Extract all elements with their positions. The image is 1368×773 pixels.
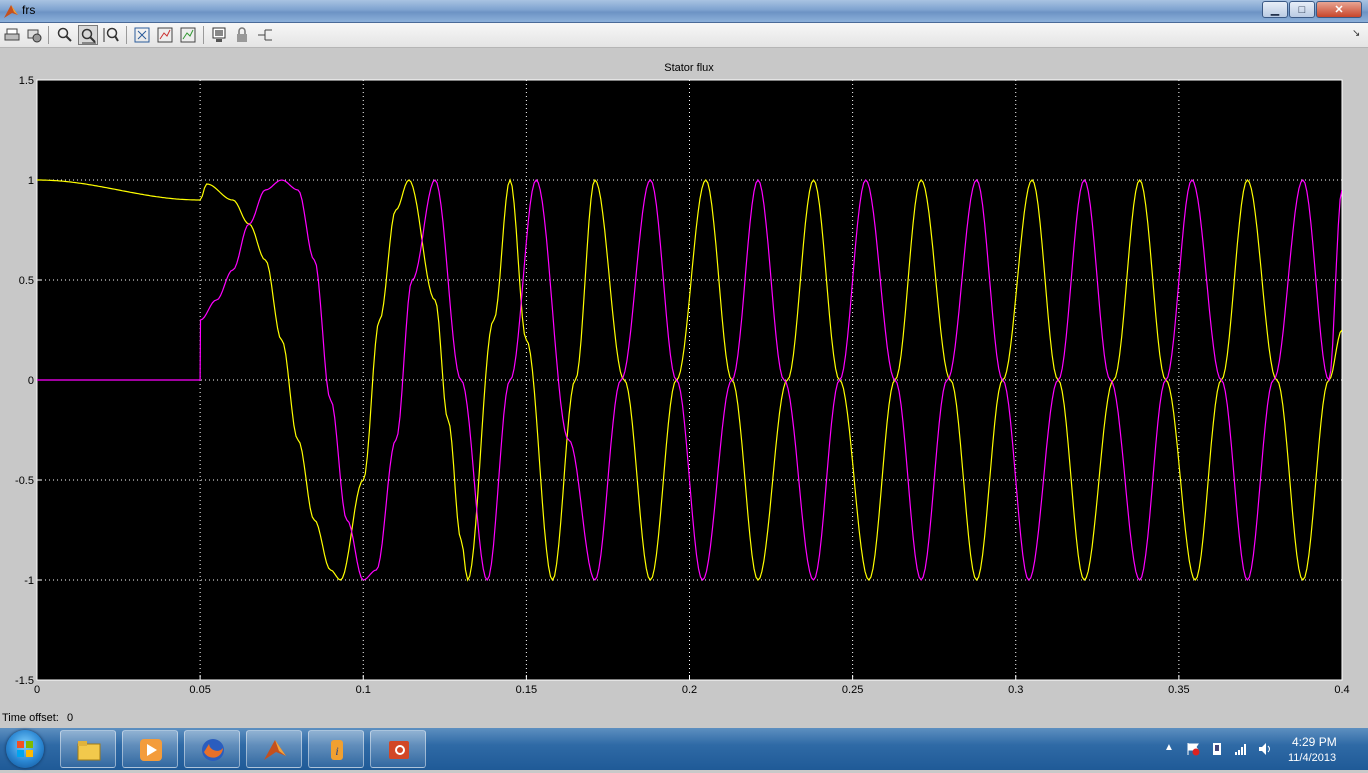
app-tool-icon: i <box>325 738 349 762</box>
x-tick-label: 0.35 <box>1168 684 1189 696</box>
network-signal-icon[interactable] <box>1234 742 1248 756</box>
windows-logo-icon <box>17 741 33 757</box>
matlab-app-icon <box>3 3 19 19</box>
explorer-icon <box>77 738 101 762</box>
close-button[interactable]: ✕ <box>1316 1 1362 18</box>
floating-scope-icon[interactable] <box>209 25 229 45</box>
svg-text:i: i <box>335 744 338 758</box>
x-tick-label: 0.3 <box>1008 684 1023 696</box>
y-tick-label: -1 <box>24 575 34 587</box>
taskbar: i ▲ 4:29 PM 11/4/2013 <box>0 728 1368 770</box>
start-button[interactable] <box>6 730 44 768</box>
save-axes-settings-icon[interactable] <box>155 25 175 45</box>
zoom-y-icon[interactable] <box>101 25 121 45</box>
time-offset-bar: Time offset: 0 <box>0 710 1368 728</box>
taskbar-matlab-button[interactable] <box>246 730 302 768</box>
x-tick-label: 0.05 <box>189 684 210 696</box>
zoom-x-icon[interactable] <box>78 25 98 45</box>
print-icon[interactable] <box>2 25 22 45</box>
action-center-flag-icon[interactable] <box>1186 742 1200 756</box>
y-tick-label: 1.5 <box>19 75 34 87</box>
stator-flux-plot[interactable]: 0 0.05 0.1 0.15 0.2 0.25 0.3 0.35 0.4 1.5 1 0.5 0 -0.… <box>0 48 1368 710</box>
title-bar: frs ▁ □ ✕ <box>0 0 1368 23</box>
clock-date[interactable]: 11/4/2013 <box>1288 752 1336 764</box>
device-icon[interactable] <box>1210 742 1224 756</box>
autoscale-icon[interactable] <box>132 25 152 45</box>
toolbar-separator <box>48 26 49 44</box>
taskbar-explorer-button[interactable] <box>60 730 116 768</box>
y-tick-label: 0 <box>28 375 34 387</box>
minimize-button[interactable]: ▁ <box>1262 1 1288 18</box>
volume-icon[interactable] <box>1258 742 1272 756</box>
signal-selection-icon[interactable] <box>255 25 275 45</box>
x-tick-label: 0 <box>34 684 40 696</box>
taskbar-app-tool-button[interactable]: i <box>308 730 364 768</box>
taskbar-powerpoint-button[interactable] <box>370 730 426 768</box>
x-tick-label: 0.1 <box>356 684 371 696</box>
toolbar-separator <box>126 26 127 44</box>
scope-toolbar: ↘ <box>0 23 1368 48</box>
time-offset-value: 0 <box>67 712 74 724</box>
parameters-icon[interactable] <box>24 25 44 45</box>
toolbar-overflow-icon[interactable]: ↘ <box>1352 28 1360 39</box>
y-tick-label: 1 <box>28 175 34 187</box>
y-tick-label: -0.5 <box>15 475 34 487</box>
x-tick-label: 0.25 <box>842 684 863 696</box>
media-player-icon <box>139 738 163 762</box>
x-tick-label: 0.4 <box>1334 684 1349 696</box>
y-tick-label: -1.5 <box>15 675 34 687</box>
zoom-icon[interactable] <box>55 25 75 45</box>
window-title: frs <box>22 3 36 17</box>
x-tick-label: 0.15 <box>516 684 537 696</box>
chart-title: Stator flux <box>664 62 714 74</box>
restore-axes-settings-icon[interactable] <box>178 25 198 45</box>
scope-area: 0 0.05 0.1 0.15 0.2 0.25 0.3 0.35 0.4 1.5 1 0.5 0 -0.… <box>0 48 1368 728</box>
show-hidden-icons-icon[interactable]: ▲ <box>1164 742 1178 756</box>
maximize-button[interactable]: □ <box>1289 1 1315 18</box>
time-offset-label: Time offset: <box>2 712 59 724</box>
taskbar-firefox-button[interactable] <box>184 730 240 768</box>
taskbar-media-player-button[interactable] <box>122 730 178 768</box>
powerpoint-icon <box>387 738 411 762</box>
x-tick-label: 0.2 <box>682 684 697 696</box>
y-tick-label: 0.5 <box>19 275 34 287</box>
firefox-icon <box>201 738 225 762</box>
lock-axes-icon[interactable] <box>232 25 252 45</box>
matlab-icon <box>263 738 287 762</box>
toolbar-separator <box>203 26 204 44</box>
clock-time[interactable]: 4:29 PM <box>1292 735 1337 749</box>
